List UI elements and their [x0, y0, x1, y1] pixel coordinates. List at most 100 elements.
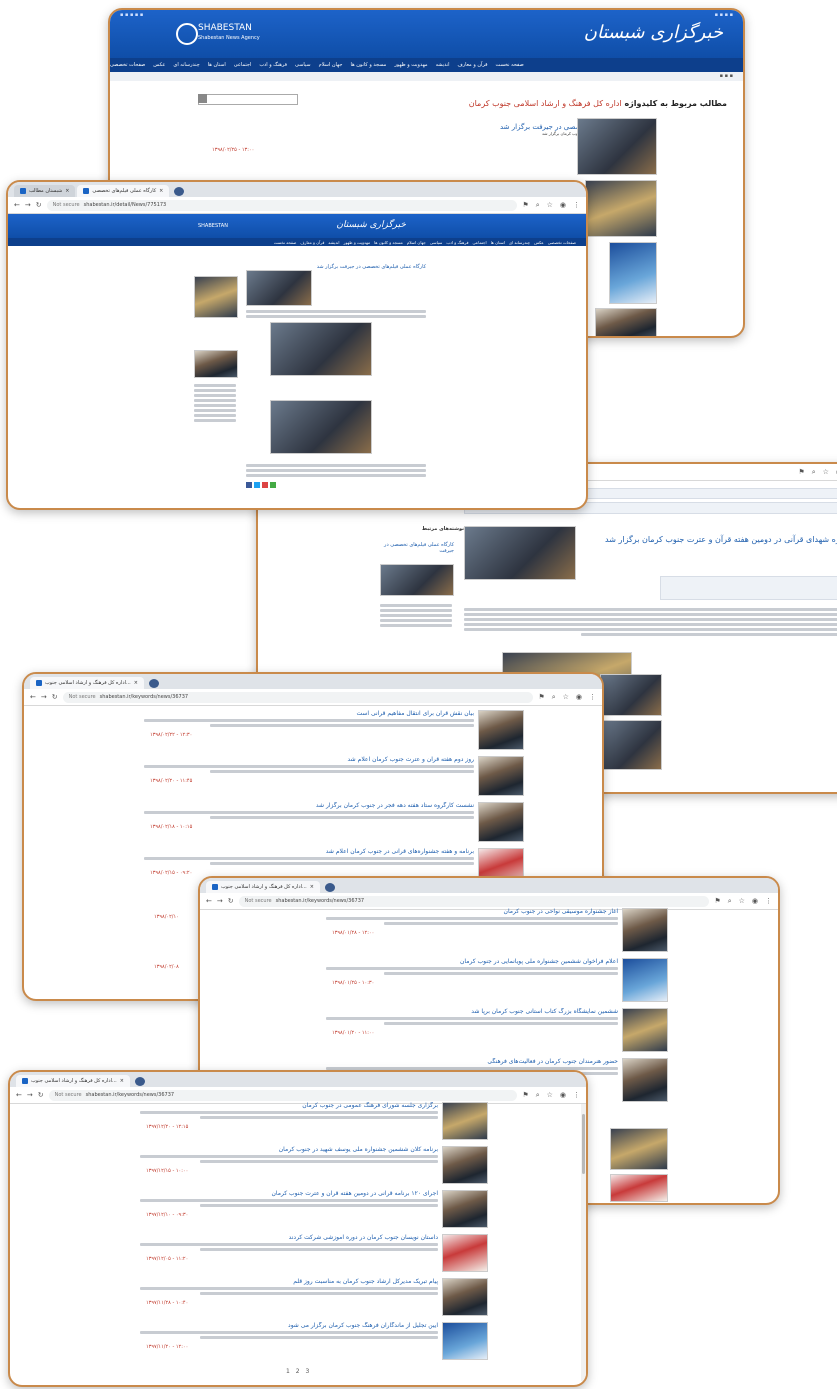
new-tab-button[interactable] [134, 1077, 145, 1086]
list-item[interactable]: پیام تبریک مدیرکل ارشاد جنوب کرمان به من… [140, 1278, 438, 1297]
side-photo-1[interactable] [585, 180, 657, 237]
logo-persian[interactable]: خبرگزاری شبستان [584, 22, 723, 43]
article-photo-4[interactable] [600, 720, 662, 770]
facebook-icon[interactable] [246, 482, 252, 488]
sidebar-photo[interactable] [194, 350, 238, 378]
translate-icon[interactable]: ⚑ [714, 897, 720, 906]
nav-item[interactable]: مسجد و کانون ها [374, 240, 403, 245]
nav-item[interactable]: سیاسی [295, 62, 311, 68]
zoom-icon[interactable]: ⌕ [536, 201, 540, 210]
list-item-thumbnail[interactable] [442, 1234, 488, 1272]
address-bar[interactable]: Not secure shabestan.ir/detail/News/77517… [46, 199, 518, 211]
list-item-thumbnail[interactable] [442, 1146, 488, 1184]
list-item[interactable]: برگزاری جلسه شورای فرهنگ عمومی در جنوب ک… [140, 1102, 438, 1121]
list-item[interactable]: اعلام فراخوان ششمین جشنواره ملی پویانمای… [326, 958, 618, 977]
list-item-thumbnail[interactable] [442, 1322, 488, 1360]
forward-icon[interactable]: → [25, 201, 31, 209]
zoom-icon[interactable]: ⌕ [552, 693, 556, 702]
list-item[interactable]: داستان نویسان جنوب کرمان در دوره آموزشی … [140, 1234, 438, 1253]
list-item[interactable]: برنامه کلان ششمین جشنواره ملی یوسف شهید … [140, 1146, 438, 1165]
translate-icon[interactable]: ⚑ [522, 1091, 528, 1100]
list-item-title[interactable]: داستان نویسان جنوب کرمان در دوره آموزشی … [140, 1234, 438, 1241]
zoom-icon[interactable]: ⌕ [536, 1091, 540, 1100]
nav-item[interactable]: اجتماعی [234, 62, 252, 68]
pagination[interactable]: 1 2 3 [286, 1368, 311, 1375]
list-item-thumbnail[interactable] [478, 756, 524, 796]
side-poster[interactable] [609, 242, 657, 304]
reload-icon[interactable]: ↻ [36, 201, 42, 209]
side-portrait[interactable] [595, 308, 657, 336]
list-item-title[interactable]: اجرای ۱۲۰ برنامه قرآنی در دومین هفته قرآ… [140, 1190, 438, 1197]
star-icon[interactable]: ☆ [547, 1091, 553, 1100]
nav-item[interactable]: صفحه نخست [274, 240, 297, 245]
star-icon[interactable]: ☆ [823, 468, 829, 477]
back-icon[interactable]: ← [16, 1091, 22, 1099]
list-item-thumbnail[interactable] [478, 710, 524, 750]
article-photo-2[interactable] [270, 322, 372, 376]
twitter-icon[interactable] [254, 482, 260, 488]
nav-item[interactable]: قرآن و معارف [300, 240, 324, 245]
list-item-thumbnail[interactable] [622, 1008, 668, 1052]
list-item-thumbnail[interactable] [622, 958, 668, 1002]
zoom-icon[interactable]: ⌕ [728, 897, 732, 906]
nav-item[interactable]: استان ها [208, 62, 226, 68]
nav-item[interactable]: مسجد و کانون ها [350, 62, 386, 68]
translate-icon[interactable]: ⚑ [798, 468, 804, 477]
star-icon[interactable]: ☆ [563, 693, 569, 702]
address-bar[interactable]: Not secure shabestan.ir/keywords/news/367… [238, 895, 710, 907]
star-icon[interactable]: ☆ [739, 897, 745, 906]
list-item-title[interactable]: ششمین نمایشگاه بزرگ کتاب استانی جنوب کرم… [326, 1008, 618, 1015]
list-item[interactable]: آغاز جشنواره موسیقی نواحی در جنوب کرمان [326, 908, 618, 927]
sidebar-photo-2[interactable] [194, 276, 238, 318]
zoom-icon[interactable]: ⌕ [812, 468, 816, 477]
reload-icon[interactable]: ↻ [38, 1091, 44, 1099]
translate-icon[interactable]: ⚑ [538, 693, 544, 702]
nav-item[interactable]: مهدویت و ظهور [394, 62, 427, 68]
print-icon[interactable] [270, 482, 276, 488]
share-buttons[interactable] [246, 482, 276, 488]
browser-tab-1[interactable]: اداره کل فرهنگ و ارشاد اسلامی جنوب... × [206, 881, 320, 893]
address-bar[interactable]: Not secure shabestan.ir/keywords/news/367… [48, 1089, 518, 1101]
nav-item[interactable]: فرهنگ و ادب [259, 62, 287, 68]
list-item[interactable]: روز دوم هفته قرآن و عترت جنوب کرمان اعلا… [144, 756, 474, 775]
side-photo-a[interactable] [610, 1128, 668, 1170]
list-item-thumbnail[interactable] [442, 1102, 488, 1140]
nav-item[interactable]: اجتماعی [473, 240, 487, 245]
list-item-title[interactable]: پیام تبریک مدیرکل ارشاد جنوب کرمان به من… [140, 1278, 438, 1285]
account-icon[interactable]: ◉ [576, 693, 582, 702]
list-item-title[interactable]: اعلام فراخوان ششمین جشنواره ملی پویانمای… [326, 958, 618, 965]
star-icon[interactable]: ☆ [547, 201, 553, 210]
browser-tab-1[interactable]: شبستان مطالب × [14, 185, 76, 197]
list-item-title[interactable]: آغاز جشنواره موسیقی نواحی در جنوب کرمان [326, 908, 618, 915]
news-photo[interactable] [577, 118, 657, 175]
new-tab-button[interactable] [324, 883, 335, 892]
browser-tab-1[interactable]: اداره کل فرهنگ و ارشاد اسلامی جنوب... × [16, 1075, 130, 1087]
account-icon[interactable]: ◉ [560, 201, 566, 210]
new-tab-button[interactable] [148, 679, 159, 688]
nav-item[interactable]: استان ها [491, 240, 505, 245]
list-item-title[interactable]: روز دوم هفته قرآن و عترت جنوب کرمان اعلا… [144, 756, 474, 763]
new-tab-button[interactable] [174, 187, 185, 196]
browser-tab-1[interactable]: اداره کل فرهنگ و ارشاد اسلامی جنوب... × [30, 677, 144, 689]
list-item-title[interactable]: نشست کارگروه ستاد هفته دهه فجر در جنوب ک… [144, 802, 474, 809]
menu-icon[interactable]: ⋮ [765, 897, 772, 906]
article-photo-1[interactable] [246, 270, 312, 306]
nav-item[interactable]: صفحه نخست [496, 62, 524, 68]
list-item-title[interactable]: آیین تجلیل از ماندگاران فرهنگ جنوب کرمان… [140, 1322, 438, 1329]
forward-icon[interactable]: → [27, 1091, 33, 1099]
address-bar[interactable]: Not secure shabestan.ir/keywords/news/367… [62, 691, 534, 703]
sidebar-photo[interactable] [380, 564, 454, 596]
list-item[interactable]: ششمین نمایشگاه بزرگ کتاب استانی جنوب کرم… [326, 1008, 618, 1027]
nav-item[interactable]: قرآن و معارف [458, 62, 488, 68]
list-item[interactable]: برنامه و هفته جشنواره‌های قرآنی در جنوب … [144, 848, 474, 867]
nav-item[interactable]: اندیشه [328, 240, 339, 245]
nav-item[interactable]: مهدویت و ظهور [344, 240, 371, 245]
list-item-title[interactable]: برنامه کلان ششمین جشنواره ملی یوسف شهید … [140, 1146, 438, 1153]
list-item-title[interactable]: برنامه و هفته جشنواره‌های قرآنی در جنوب … [144, 848, 474, 855]
account-icon[interactable]: ◉ [752, 897, 758, 906]
menu-icon[interactable]: ⋮ [589, 693, 596, 702]
reload-icon[interactable]: ↻ [228, 897, 234, 905]
back-icon[interactable]: ← [14, 201, 20, 209]
article-photo[interactable] [464, 526, 576, 580]
nav-item[interactable]: صفحات تخصصی [110, 62, 145, 68]
